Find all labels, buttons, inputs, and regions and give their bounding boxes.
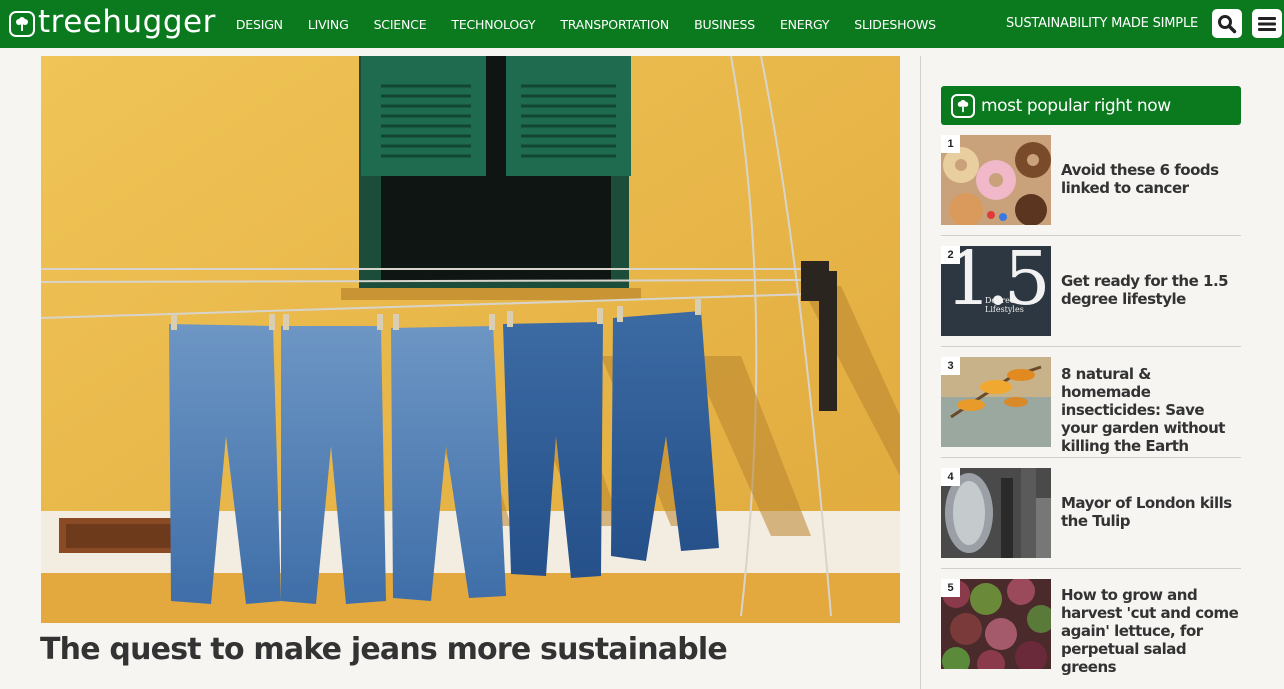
nav-living[interactable]: LIVING xyxy=(308,17,349,32)
rank-badge: 5 xyxy=(941,579,960,597)
nav-business[interactable]: BUSINESS xyxy=(694,17,755,32)
hero-image[interactable] xyxy=(41,56,900,623)
rank-badge: 3 xyxy=(941,357,960,375)
rank-badge: 1 xyxy=(941,135,960,153)
divider xyxy=(941,235,1241,236)
tree-logo-icon xyxy=(9,11,35,37)
popular-title-link[interactable]: Avoid these 6 foods linked to cancer xyxy=(1061,161,1239,197)
article-headline[interactable]: The quest to make jeans more sustainable xyxy=(40,632,728,667)
divider xyxy=(941,457,1241,458)
hamburger-menu-icon xyxy=(1258,16,1276,31)
tree-logo-icon xyxy=(951,93,975,118)
nav-science[interactable]: SCIENCE xyxy=(374,17,427,32)
nav-energy[interactable]: ENERGY xyxy=(780,17,830,32)
search-icon xyxy=(1218,14,1237,33)
menu-button[interactable] xyxy=(1252,9,1282,38)
site-header: treehugger DESIGN LIVING SCIENCE TECHNOL… xyxy=(0,0,1284,48)
search-button[interactable] xyxy=(1212,9,1242,38)
popular-title-link[interactable]: 8 natural & homemade insecticides: Save … xyxy=(1061,365,1239,455)
main-nav: DESIGN LIVING SCIENCE TECHNOLOGY TRANSPO… xyxy=(236,17,961,32)
popular-item[interactable]: 1 Avoid these 6 foods linked to cancer xyxy=(941,135,1241,246)
nav-design[interactable]: DESIGN xyxy=(236,17,283,32)
rank-badge: 4 xyxy=(941,468,960,486)
popular-item[interactable]: 4 Mayor of London kills the Tulip xyxy=(941,468,1241,579)
column-divider xyxy=(920,56,921,689)
nav-slideshows[interactable]: SLIDESHOWS xyxy=(854,17,936,32)
most-popular-header: most popular right now xyxy=(941,86,1241,125)
most-popular-title: most popular right now xyxy=(981,95,1171,116)
popular-item[interactable]: 1.5 Degree Lifestyles 2 Get ready for th… xyxy=(941,246,1241,357)
nav-transportation[interactable]: TRANSPORTATION xyxy=(560,17,669,32)
site-tagline: SUSTAINABILITY MADE SIMPLE xyxy=(1006,16,1199,31)
thumbnail-caption-text: Degree Lifestyles xyxy=(985,296,1024,314)
divider xyxy=(941,568,1241,569)
nav-technology[interactable]: TECHNOLOGY xyxy=(451,17,535,32)
popular-title-link[interactable]: Get ready for the 1.5 degree lifestyle xyxy=(1061,272,1239,308)
popular-title-link[interactable]: How to grow and harvest 'cut and come ag… xyxy=(1061,586,1239,676)
popular-item[interactable]: 5 How to grow and harvest 'cut and come … xyxy=(941,579,1241,689)
divider xyxy=(941,346,1241,347)
rank-badge: 2 xyxy=(941,246,960,264)
logo-wordmark: treehugger xyxy=(38,3,216,40)
popular-item[interactable]: 3 8 natural & homemade insecticides: Sav… xyxy=(941,357,1241,468)
popular-title-link[interactable]: Mayor of London kills the Tulip xyxy=(1061,494,1239,530)
site-logo[interactable]: treehugger xyxy=(9,0,216,48)
